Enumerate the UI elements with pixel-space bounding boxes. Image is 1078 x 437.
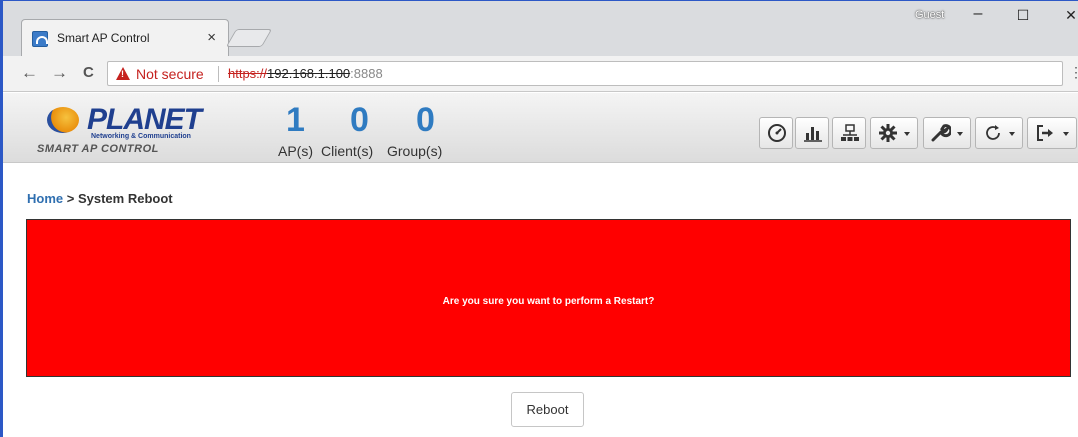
wrench-icon — [931, 124, 951, 142]
gear-icon — [879, 124, 897, 142]
group-label: Group(s) — [387, 143, 443, 159]
browser-menu-icon[interactable]: ⋮ — [1069, 64, 1078, 81]
url-host: 192.168.1.100 — [267, 66, 351, 81]
close-window-button[interactable]: ✕ — [1051, 7, 1078, 24]
tab-close-button[interactable]: × — [207, 29, 216, 46]
url-text[interactable]: https://192.168.1.100:8888 — [228, 66, 383, 81]
tab-smart-ap-control[interactable]: Smart AP Control × — [21, 19, 229, 56]
restart-confirmation-message: Are you sure you want to perform a Resta… — [442, 296, 655, 307]
dashboard-icon — [768, 124, 786, 142]
chevron-down-icon — [904, 132, 910, 136]
address-divider — [218, 66, 219, 82]
app-header: PLANET Networking & Communication SMART … — [3, 93, 1078, 163]
chevron-down-icon — [957, 132, 963, 136]
breadcrumb-separator: > — [66, 191, 75, 206]
reload-icon[interactable]: C — [83, 64, 94, 81]
minimize-button[interactable]: – — [958, 5, 998, 23]
restart-confirmation-panel: Are you sure you want to perform a Resta… — [26, 219, 1071, 377]
security-status[interactable]: Not secure — [136, 66, 204, 82]
ap-label: AP(s) — [278, 143, 313, 159]
forward-icon[interactable]: → — [51, 63, 68, 83]
tab-title: Smart AP Control — [57, 31, 150, 45]
url-port: :8888 — [350, 66, 383, 81]
ap-count[interactable]: 1 — [286, 101, 305, 140]
new-tab-button[interactable] — [225, 29, 273, 47]
settings-dropdown[interactable] — [870, 117, 918, 149]
refresh-icon — [986, 125, 1000, 140]
warning-icon[interactable] — [116, 67, 130, 80]
logout-dropdown[interactable] — [1027, 117, 1077, 149]
logo-subtitle: Networking & Communication — [91, 133, 191, 140]
logout-icon — [1037, 125, 1053, 141]
logo-globe-icon — [47, 107, 79, 133]
address-bar[interactable]: Not secure https://192.168.1.100:8888 — [107, 61, 1063, 86]
chevron-down-icon — [1009, 132, 1015, 136]
bar-chart-icon — [804, 127, 822, 142]
chevron-down-icon — [1063, 132, 1069, 136]
browser-window: Smart AP Control × Guest – ☐ ✕ ← → C Not… — [0, 0, 1078, 437]
profile-label[interactable]: Guest — [915, 9, 944, 21]
group-count[interactable]: 0 — [416, 101, 435, 140]
dashboard-button[interactable] — [759, 117, 793, 149]
url-scheme: https:// — [228, 66, 268, 81]
network-button[interactable] — [832, 117, 866, 149]
breadcrumb: Home > System Reboot — [27, 191, 173, 206]
logo-tagline: SMART AP CONTROL — [37, 143, 159, 155]
statistics-button[interactable] — [795, 117, 829, 149]
breadcrumb-home-link[interactable]: Home — [27, 191, 63, 206]
logo-name: PLANET — [87, 103, 202, 136]
network-icon — [841, 124, 859, 141]
reboot-button[interactable]: Reboot — [511, 392, 584, 427]
refresh-dropdown[interactable] — [975, 117, 1023, 149]
client-count[interactable]: 0 — [350, 101, 369, 140]
breadcrumb-current: System Reboot — [77, 191, 173, 206]
tab-strip: Smart AP Control × Guest – ☐ ✕ — [3, 1, 1078, 56]
maximize-button[interactable]: ☐ — [1003, 7, 1043, 24]
tools-dropdown[interactable] — [923, 117, 971, 149]
favicon-icon — [32, 31, 48, 47]
browser-toolbar: ← → C Not secure https://192.168.1.100:8… — [3, 56, 1078, 92]
back-icon[interactable]: ← — [21, 63, 38, 83]
client-label: Client(s) — [321, 143, 374, 159]
